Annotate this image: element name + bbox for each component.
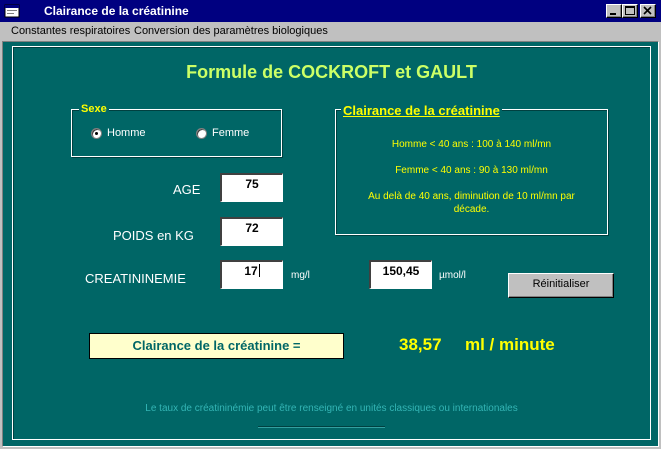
creatininemie-label: CREATININEMIE — [85, 271, 186, 286]
reference-legend: Clairance de la créatinine — [341, 103, 502, 118]
title-bar[interactable]: Clairance de la créatinine — [0, 0, 661, 22]
close-button[interactable] — [640, 4, 656, 18]
menu-conversion-parametres[interactable]: Conversion des paramètres biologiques — [134, 25, 328, 37]
reset-button[interactable]: Réinitialiser — [508, 273, 614, 298]
reference-femme: Femme < 40 ans : 90 à 130 ml/mn — [395, 165, 548, 176]
app-icon[interactable] — [4, 3, 20, 19]
reference-age-note: Au delà de 40 ans, diminution de 10 ml/m… — [368, 191, 575, 215]
creatininemie-mgl-input[interactable]: 17 — [220, 260, 283, 289]
divider — [258, 426, 385, 428]
minimize-button[interactable] — [606, 4, 622, 18]
main-panel: Formule de COCKROFT et GAULT Sexe Homme … — [2, 41, 659, 447]
unit-umol: µmol/l — [439, 270, 466, 281]
age-label: AGE — [173, 182, 201, 197]
poids-input[interactable]: 72 — [220, 217, 283, 246]
age-input[interactable]: 75 — [220, 173, 283, 202]
creatininemie-mgl-value: 17 — [244, 264, 258, 278]
text-caret — [258, 264, 260, 277]
menu-constantes-respiratoires[interactable]: Constantes respiratoires — [11, 25, 130, 37]
maximize-button[interactable] — [622, 4, 638, 18]
poids-label: POIDS en KG — [113, 228, 194, 243]
creatininemie-umol-input[interactable]: 150,45 — [369, 260, 432, 289]
window-title: Clairance de la créatinine — [44, 4, 189, 18]
radio-homme[interactable] — [91, 128, 102, 139]
sexe-legend: Sexe — [79, 103, 109, 115]
sexe-group — [71, 109, 282, 157]
result-unit: ml / minute — [465, 335, 555, 354]
reference-homme: Homme < 40 ans : 100 à 140 ml/mn — [391, 139, 552, 150]
result-value: 38,57 — [399, 335, 442, 354]
menu-bar: Constantes respiratoires Conversion des … — [0, 22, 661, 41]
unit-mgl: mg/l — [291, 270, 310, 281]
footnote: Le taux de créatininémie peut être rense… — [145, 403, 518, 414]
radio-femme[interactable] — [196, 128, 207, 139]
radio-femme-label[interactable]: Femme — [212, 127, 249, 139]
radio-selected-dot — [95, 132, 98, 135]
radio-homme-label[interactable]: Homme — [107, 127, 146, 139]
page-title: Formule de COCKROFT et GAULT — [186, 62, 477, 82]
result-label-box: Clairance de la créatinine = — [89, 333, 344, 359]
